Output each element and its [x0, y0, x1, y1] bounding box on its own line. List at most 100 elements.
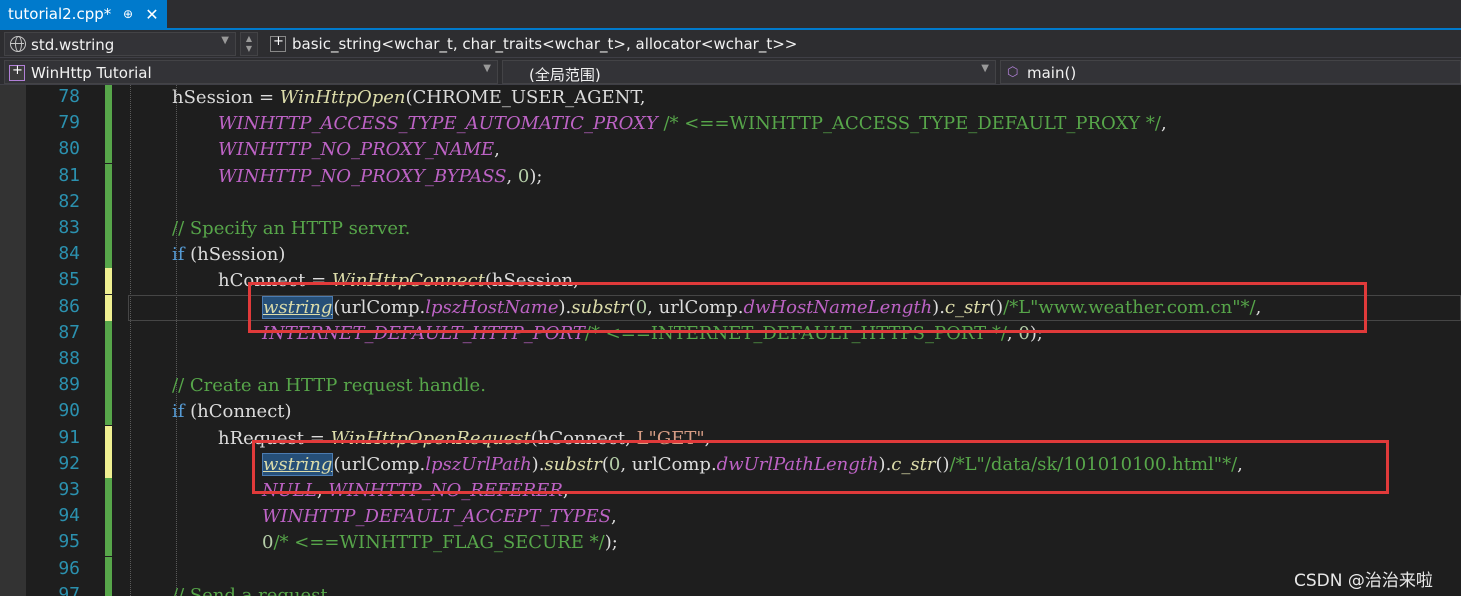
line-number: 86	[58, 295, 80, 317]
line-number: 79	[58, 112, 80, 134]
project-dropdown[interactable]: WinHttp Tutorial ▼	[4, 60, 498, 84]
saved-change-marker	[105, 399, 112, 426]
code-line[interactable]: 83 // Specify an HTTP server.	[0, 216, 1461, 242]
code-text: if (hSession)	[172, 242, 285, 268]
saved-change-marker	[105, 320, 112, 347]
code-token: // Create an HTTP request handle.	[172, 375, 486, 397]
saved-change-marker	[105, 556, 112, 583]
type-spinner[interactable]: ▲ ▼	[240, 32, 258, 56]
line-number: 93	[58, 479, 80, 500]
line-number: 89	[58, 374, 80, 396]
code-token: );	[604, 532, 618, 554]
tab-tutorial2-cpp[interactable]: tutorial2.cpp* ⊕ ✕	[0, 0, 167, 28]
line-number: 94	[58, 505, 80, 527]
code-line[interactable]: 95 0/* <==WINHTTP_FLAG_SECURE */);	[0, 530, 1461, 557]
code-text: // Create an HTTP request handle.	[172, 373, 486, 399]
code-token: /* <==WINHTTP_ACCESS_TYPE_DEFAULT_PROXY …	[657, 113, 1161, 135]
code-token: 0	[262, 532, 274, 554]
code-token: // Specify an HTTP server.	[172, 218, 411, 239]
line-number: 95	[58, 531, 80, 553]
line-number: 88	[58, 348, 80, 369]
saved-change-marker	[105, 504, 112, 531]
code-token: ,	[506, 165, 518, 187]
saved-change-marker	[105, 163, 112, 190]
code-line[interactable]: 88	[0, 347, 1461, 373]
line-number: 85	[58, 269, 80, 291]
line-number: 80	[58, 138, 80, 160]
saved-change-marker	[105, 582, 112, 596]
saved-change-marker	[105, 137, 112, 164]
saved-change-marker	[105, 189, 112, 216]
code-line[interactable]: 80 WINHTTP_NO_PROXY_NAME,	[0, 137, 1461, 164]
saved-change-marker	[105, 530, 112, 557]
line-number: 81	[58, 164, 80, 186]
code-text: WINHTTP_DEFAULT_ACCEPT_TYPES,	[262, 504, 617, 530]
unsaved-change-marker	[105, 294, 112, 321]
code-line[interactable]: 90 if (hConnect)	[0, 399, 1461, 426]
code-text: hSession = WinHttpOpen(CHROME_USER_AGENT…	[172, 85, 645, 111]
tab-title: tutorial2.cpp*	[8, 5, 112, 23]
code-text: // Send a request.	[172, 583, 333, 596]
code-token: ,	[494, 139, 500, 161]
scope-value: (全局范围)	[529, 66, 601, 84]
type-detail-text: basic_string<wchar_t, char_traits<wchar_…	[292, 35, 798, 53]
code-text: WINHTTP_NO_PROXY_NAME,	[218, 137, 500, 163]
code-token: (hSession)	[184, 244, 286, 266]
globe-icon	[10, 36, 26, 52]
code-token: ,	[1160, 113, 1167, 135]
code-line[interactable]: 82	[0, 189, 1461, 216]
code-editor[interactable]: 78 hSession = WinHttpOpen(CHROME_USER_AGE…	[0, 85, 1461, 596]
highlight-box-hostname	[248, 282, 1367, 333]
code-text: if (hConnect)	[172, 399, 292, 425]
code-token: // Send a request.	[172, 584, 334, 596]
chevron-down-icon: ▼	[981, 63, 989, 74]
highlight-box-urlpath	[252, 440, 1389, 494]
chevron-down-icon: ▼	[483, 63, 491, 74]
line-number: 87	[58, 321, 80, 343]
code-line[interactable]: 79 WINHTTP_ACCESS_TYPE_AUTOMATIC_PROXY /*…	[0, 111, 1461, 138]
saved-change-marker	[105, 373, 112, 400]
type-scope-dropdown[interactable]: std.wstring ▼	[4, 32, 236, 56]
type-detail-field: basic_string<wchar_t, char_traits<wchar_…	[264, 32, 1461, 56]
close-icon[interactable]: ✕	[143, 4, 161, 24]
saved-change-marker	[105, 85, 112, 111]
pin-icon[interactable]: ⊕	[120, 5, 136, 23]
line-number: 91	[58, 426, 80, 448]
code-line[interactable]: 81 WINHTTP_NO_PROXY_BYPASS, 0);	[0, 163, 1461, 190]
code-line[interactable]: 89 // Create an HTTP request handle.	[0, 373, 1461, 400]
code-token: hSession =	[172, 87, 280, 108]
chevron-down-icon: ▼	[221, 35, 229, 46]
member-dropdown[interactable]: ⬡ main()	[1000, 60, 1461, 84]
code-line[interactable]: 84 if (hSession)	[0, 242, 1461, 269]
code-token: WinHttpOpen	[279, 87, 406, 108]
line-number: 92	[58, 452, 80, 474]
line-number: 96	[58, 557, 80, 579]
watermark: CSDN @治治来啦	[1294, 571, 1433, 591]
code-text: 0/* <==WINHTTP_FLAG_SECURE */);	[262, 530, 618, 556]
code-token: /* <==WINHTTP_FLAG_SECURE */	[273, 532, 605, 554]
code-line[interactable]: 94 WINHTTP_DEFAULT_ACCEPT_TYPES,	[0, 504, 1461, 531]
line-number: 83	[58, 217, 80, 238]
navigation-bar-types: std.wstring ▼ ▲▼ basic_string<wchar_t, c…	[0, 30, 1461, 58]
document-tab-strip: tutorial2.cpp* ⊕ ✕	[0, 0, 1461, 30]
saved-change-marker	[105, 347, 112, 373]
unsaved-change-marker	[105, 451, 112, 478]
code-text: WINHTTP_NO_PROXY_BYPASS, 0);	[218, 164, 542, 190]
line-number: 84	[58, 243, 80, 265]
code-token: (hConnect)	[184, 401, 292, 423]
resize-grip-icon	[270, 34, 286, 52]
code-token: if	[172, 244, 185, 266]
scope-dropdown[interactable]: (全局范围) ▼	[502, 60, 996, 84]
method-cube-icon: ⬡	[1007, 65, 1019, 80]
member-value: main()	[1027, 64, 1077, 82]
code-line[interactable]: 78 hSession = WinHttpOpen(CHROME_USER_AGE…	[0, 85, 1461, 111]
saved-change-marker	[105, 242, 112, 269]
code-line[interactable]: 97 // Send a request.	[0, 582, 1461, 596]
code-token: WINHTTP_NO_PROXY_BYPASS	[218, 165, 507, 187]
line-number: 82	[58, 190, 80, 212]
type-scope-value: std.wstring	[31, 36, 115, 54]
code-token: 0	[517, 165, 530, 187]
code-text: // Specify an HTTP server.	[172, 216, 410, 242]
code-line[interactable]: 96	[0, 556, 1461, 583]
line-number: 90	[58, 400, 80, 422]
